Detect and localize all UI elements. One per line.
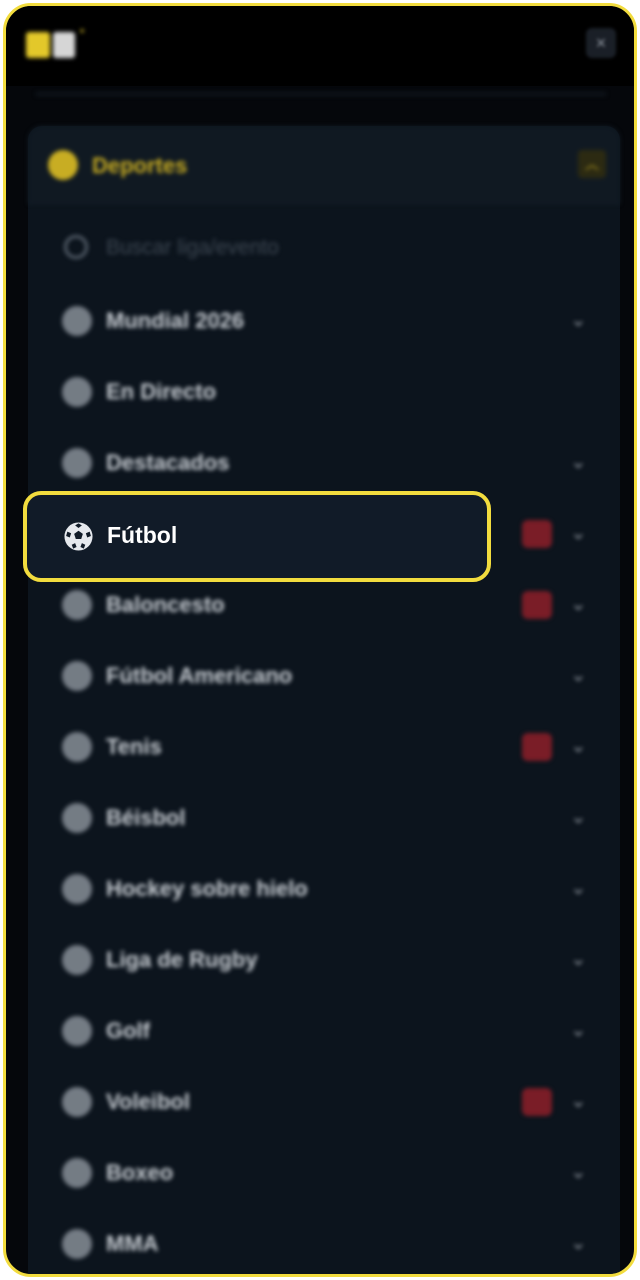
search-input[interactable] <box>106 231 586 265</box>
sidebar-item-label: Voleibol <box>106 1089 190 1114</box>
sidebar-item-mma[interactable]: MMA ⌄ <box>28 1214 620 1274</box>
sidebar-item-label: Tenis <box>106 734 162 759</box>
search-bar <box>58 231 598 265</box>
row-content: Mundial 2026 ⌄ <box>28 291 620 351</box>
chevron-down-icon[interactable]: ⌄ <box>570 733 587 758</box>
baseball-icon <box>62 803 92 833</box>
sidebar-item-label: Fútbol <box>107 522 178 548</box>
sidebar-item-label: Destacados <box>106 450 230 475</box>
chevron-down-icon[interactable]: ⌄ <box>570 591 587 616</box>
sidebar-item-label: Boxeo <box>106 1160 174 1185</box>
sidebar-item-destacados[interactable]: Destacados ⌄ <box>28 433 620 493</box>
row-content: Voleibol ⌄ <box>28 1072 620 1132</box>
chevron-down-icon[interactable]: ⌄ <box>570 1230 587 1255</box>
sports-panel-title: Deportes <box>92 153 188 178</box>
row-content: Hockey sobre hielo ⌄ <box>28 859 620 919</box>
sidebar-item-en-directo[interactable]: En Directo <box>28 362 620 422</box>
sidebar-item-baloncesto[interactable]: Baloncesto ⌄ <box>28 575 620 635</box>
sidebar-item-label: Baloncesto <box>106 592 225 617</box>
logo-dot-icon: • <box>80 24 85 38</box>
row-content: Tenis ⌄ <box>28 717 620 777</box>
sidebar-item-tenis[interactable]: Tenis ⌄ <box>28 717 620 777</box>
soccer-ball-icon <box>64 522 93 551</box>
mma-icon <box>62 1229 92 1259</box>
sidebar-item-label: Golf <box>106 1018 150 1043</box>
sidebar-item-label: Mundial 2026 <box>106 308 245 333</box>
live-count-badge <box>522 591 552 619</box>
sidebar-item-label: Liga de Rugby <box>106 947 258 972</box>
top-divider <box>36 92 606 96</box>
sidebar-item-label: Fútbol Americano <box>106 663 293 688</box>
chevron-down-icon[interactable]: ⌄ <box>570 875 587 900</box>
volleyball-icon <box>62 1087 92 1117</box>
brand-logo[interactable]: • <box>26 24 84 58</box>
row-content: Destacados ⌄ <box>28 433 620 493</box>
chevron-down-icon[interactable]: ⌄ <box>570 662 587 687</box>
golf-icon <box>62 1016 92 1046</box>
chevron-down-icon[interactable]: ⌄ <box>570 520 587 545</box>
chevron-down-icon[interactable]: ⌄ <box>570 1088 587 1113</box>
row-content: Liga de Rugby ⌄ <box>28 930 620 990</box>
futbol-row-extras: ⌄ <box>522 516 622 556</box>
collapse-button[interactable]: ︿ <box>578 150 606 178</box>
sidebar-item-label: MMA <box>106 1231 159 1256</box>
app-frame: • × Deportes ︿ Mundial 2026⌄En DirectoDe… <box>3 3 637 1277</box>
hockey-stick-icon <box>62 874 92 904</box>
top-bar: • × <box>6 6 634 86</box>
tennis-ball-icon <box>62 732 92 762</box>
sidebar-item-liga-de-rugby[interactable]: Liga de Rugby ⌄ <box>28 930 620 990</box>
sidebar-item-label: Hockey sobre hielo <box>106 876 308 901</box>
logo-block-2 <box>53 32 75 58</box>
row-content: Golf ⌄ <box>28 1001 620 1061</box>
chevron-down-icon[interactable]: ⌄ <box>570 1159 587 1184</box>
sidebar-item-label: En Directo <box>106 379 217 404</box>
close-button[interactable]: × <box>586 28 616 58</box>
sidebar-item-hockey-sobre-hielo[interactable]: Hockey sobre hielo ⌄ <box>28 859 620 919</box>
sidebar-item-futbol-americano[interactable]: Fútbol Americano ⌄ <box>28 646 620 706</box>
sidebar-item-boxeo[interactable]: Boxeo ⌄ <box>28 1143 620 1203</box>
live-count-badge <box>522 520 552 548</box>
american-football-icon <box>62 661 92 691</box>
chevron-down-icon[interactable]: ⌄ <box>570 449 587 474</box>
live-count-badge <box>522 733 552 761</box>
logo-block-1 <box>26 32 50 58</box>
star-icon <box>62 448 92 478</box>
row-content: Béisbol ⌄ <box>28 788 620 848</box>
live-icon <box>62 377 92 407</box>
sidebar-item-label: Béisbol <box>106 805 186 830</box>
sidebar-item-mundial-2026[interactable]: Mundial 2026 ⌄ <box>28 291 620 351</box>
sports-panel: Deportes ︿ Mundial 2026 ⌄ En Directo Destac… <box>28 126 620 1274</box>
basketball-icon <box>62 590 92 620</box>
sidebar-item-futbol[interactable]: Fútbol <box>23 491 491 582</box>
sidebar-item-golf[interactable]: Golf ⌄ <box>28 1001 620 1061</box>
chevron-down-icon[interactable]: ⌄ <box>570 1017 587 1042</box>
row-content: Baloncesto ⌄ <box>28 575 620 635</box>
live-count-badge <box>522 1088 552 1116</box>
chevron-down-icon[interactable]: ⌄ <box>570 946 587 971</box>
row-content: Fútbol Americano ⌄ <box>28 646 620 706</box>
sports-icon <box>48 150 78 180</box>
rugby-ball-icon <box>62 945 92 975</box>
chevron-down-icon[interactable]: ⌄ <box>570 307 587 332</box>
sidebar-item-voleibol[interactable]: Voleibol ⌄ <box>28 1072 620 1132</box>
search-icon <box>64 235 88 259</box>
boxing-glove-icon <box>62 1158 92 1188</box>
row-content: En Directo <box>28 362 620 422</box>
chevron-down-icon[interactable]: ⌄ <box>570 804 587 829</box>
trophy-icon <box>62 306 92 336</box>
row-content: MMA ⌄ <box>28 1214 620 1274</box>
sidebar-item-beisbol[interactable]: Béisbol ⌄ <box>28 788 620 848</box>
row-content: Boxeo ⌄ <box>28 1143 620 1203</box>
sports-panel-header[interactable]: Deportes ︿ <box>28 126 620 204</box>
